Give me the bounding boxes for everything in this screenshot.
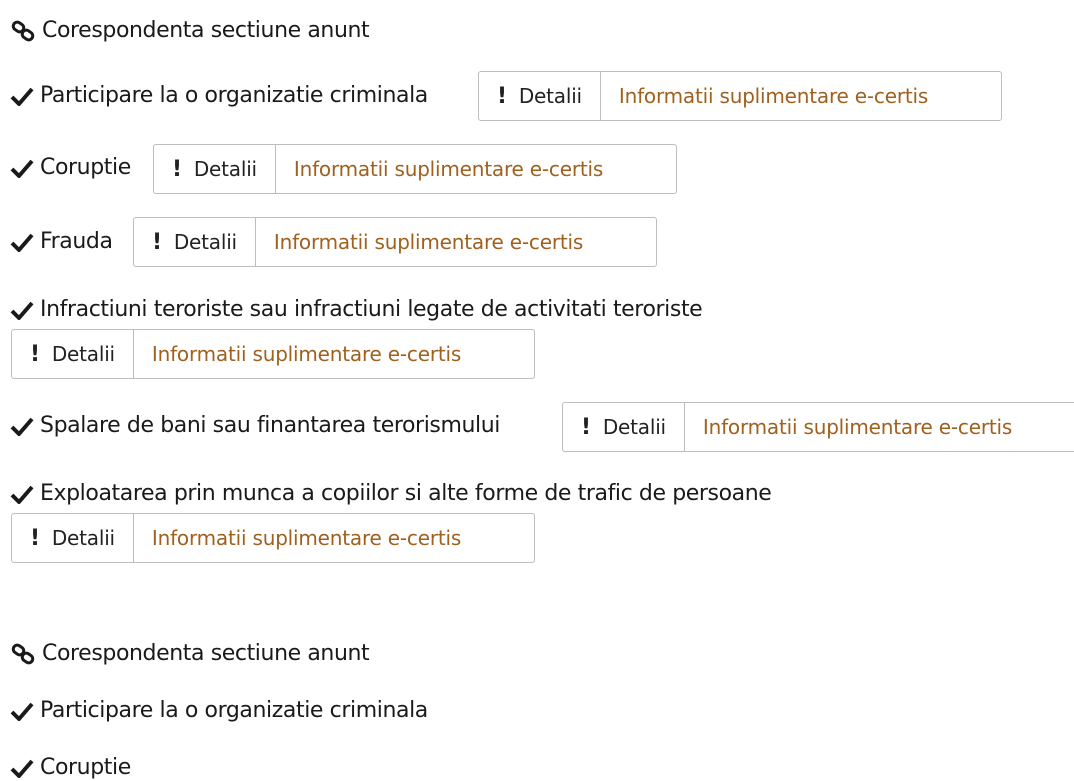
details-button[interactable]: ! Detalii	[12, 330, 134, 378]
exclamation-icon: !	[497, 83, 507, 109]
criterion-label: Participare la o organizatie criminala	[40, 83, 428, 108]
criterion-button-group: ! Detalii Informatii suplimentare e-certi…	[11, 329, 535, 379]
details-button[interactable]: ! Detalii	[134, 218, 256, 266]
criterion-label: Spalare de bani sau finantarea terorismu…	[40, 413, 501, 438]
check-icon	[10, 159, 34, 178]
ecertis-info-button[interactable]: Informatii suplimentare e-certis	[601, 72, 946, 120]
ecertis-info-button[interactable]: Informatii suplimentare e-certis	[134, 330, 479, 378]
criterion-label: Exploatarea prin munca a copiilor si alt…	[40, 481, 772, 506]
details-button[interactable]: ! Detalii	[12, 514, 134, 562]
criterion-item: Frauda	[10, 229, 113, 255]
section-heading-text: Corespondenta sectiune anunt	[42, 641, 370, 666]
criterion-item: Coruptie	[10, 155, 131, 181]
link-icon	[11, 20, 35, 42]
exclamation-icon: !	[30, 525, 40, 551]
check-icon	[10, 759, 34, 778]
criterion-item: Coruptie	[10, 755, 131, 781]
criterion-button-group: ! Detalii Informatii suplimentare e-certi…	[11, 513, 535, 563]
link-icon	[11, 643, 35, 665]
exclamation-icon: !	[30, 341, 40, 367]
ecertis-info-button[interactable]: Informatii suplimentare e-certis	[276, 145, 621, 193]
criterion-label: Infractiuni teroriste sau infractiuni le…	[40, 297, 703, 322]
check-icon	[10, 233, 34, 252]
check-icon	[10, 87, 34, 106]
check-icon	[10, 485, 34, 504]
section-heading: Corespondenta sectiune anunt	[11, 18, 370, 44]
ecertis-info-button[interactable]: Informatii suplimentare e-certis	[685, 403, 1030, 451]
check-icon	[10, 702, 34, 721]
check-icon	[10, 417, 34, 436]
section-heading-text: Corespondenta sectiune anunt	[42, 18, 370, 43]
criterion-label: Frauda	[40, 229, 113, 254]
details-button[interactable]: ! Detalii	[154, 145, 276, 193]
exclamation-icon: !	[172, 156, 182, 182]
criterion-label: Coruptie	[40, 155, 131, 180]
criterion-button-group: ! Detalii Informatii suplimentare e-certi…	[133, 217, 657, 267]
criterion-button-group: ! Detalii Informatii suplimentare e-certi…	[478, 71, 1002, 121]
details-button[interactable]: ! Detalii	[563, 403, 685, 451]
details-button[interactable]: ! Detalii	[479, 72, 601, 120]
criterion-button-group: ! Detalii Informatii suplimentare e-certi…	[153, 144, 677, 194]
ecertis-info-button[interactable]: Informatii suplimentare e-certis	[256, 218, 601, 266]
criterion-item: Participare la o organizatie criminala	[10, 698, 428, 724]
check-icon	[10, 301, 34, 320]
section-heading: Corespondenta sectiune anunt	[11, 641, 370, 667]
criterion-label: Participare la o organizatie criminala	[40, 698, 428, 723]
criterion-item: Exploatarea prin munca a copiilor si alt…	[10, 481, 772, 507]
criterion-item: Infractiuni teroriste sau infractiuni le…	[10, 297, 703, 323]
criterion-button-group: ! Detalii Informatii suplimentare e-certi…	[562, 402, 1074, 452]
criterion-item: Participare la o organizatie criminala	[10, 83, 428, 109]
criterion-item: Spalare de bani sau finantarea terorismu…	[10, 413, 501, 439]
criterion-label: Coruptie	[40, 755, 131, 780]
exclamation-icon: !	[152, 229, 162, 255]
ecertis-info-button[interactable]: Informatii suplimentare e-certis	[134, 514, 479, 562]
exclamation-icon: !	[581, 414, 591, 440]
